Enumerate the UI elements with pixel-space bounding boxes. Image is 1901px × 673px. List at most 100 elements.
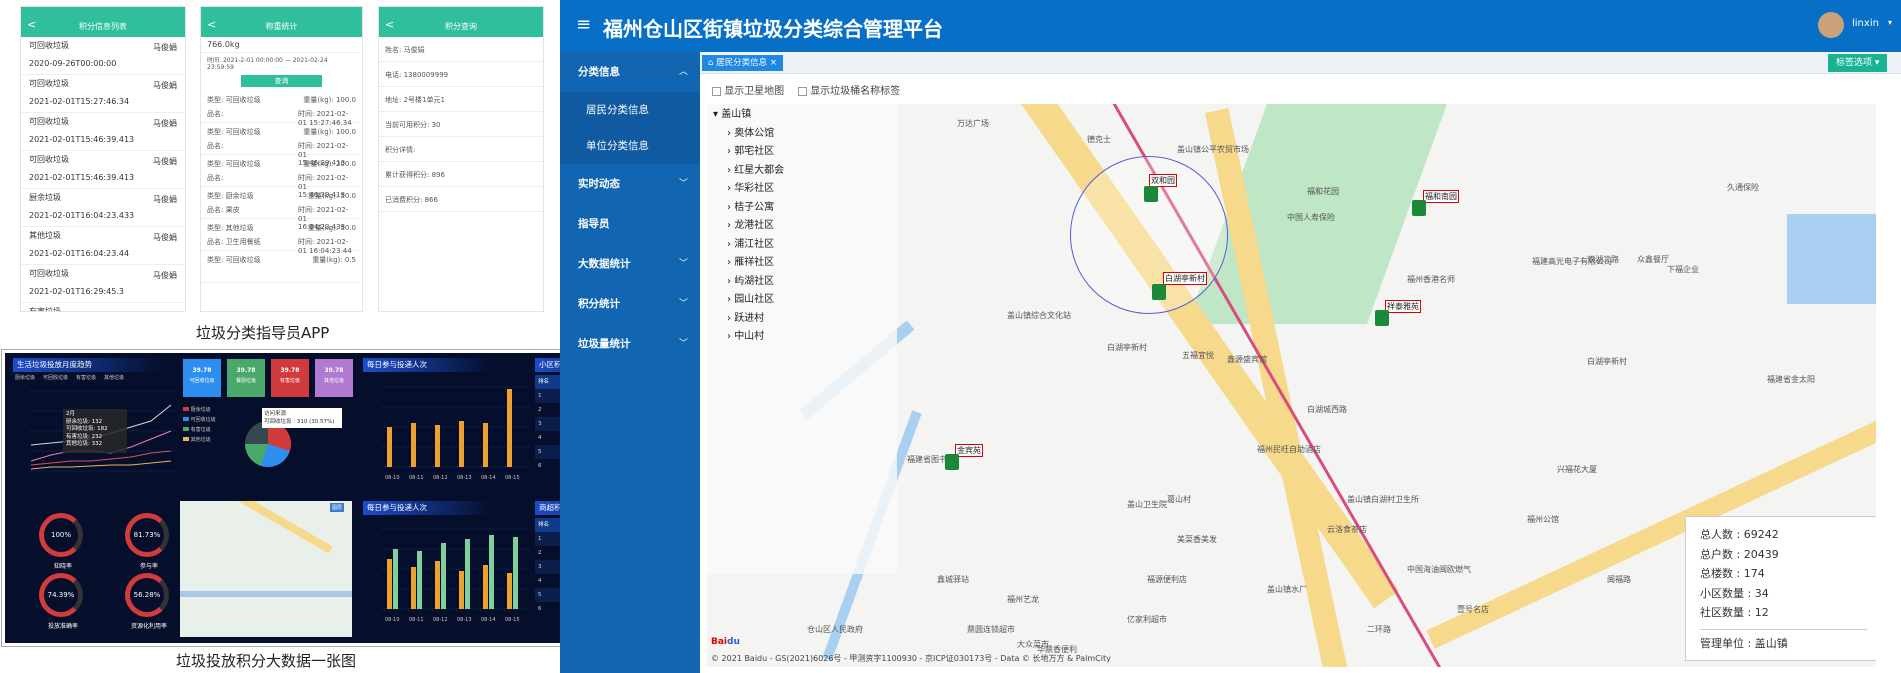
- tile-label: 有害垃圾: [279, 378, 300, 384]
- user-name: 马俊娟: [153, 43, 177, 52]
- map-place-label: 众鑫餐厅: [1637, 255, 1669, 264]
- tree-node[interactable]: › 跃进村: [713, 310, 897, 329]
- record-time: 2020-09-26T00:00:00: [29, 59, 117, 68]
- record-line-1: 类型: 可回收垃圾 重量(kg): 100.0: [207, 95, 356, 105]
- record-weight: 重量(kg): 50.0: [307, 224, 356, 232]
- sidebar-item-label: 实时动态: [578, 178, 620, 190]
- sidebar-item[interactable]: 指导员: [560, 204, 700, 244]
- bar: [489, 535, 494, 609]
- tooltip-line: 2月: [66, 411, 75, 417]
- list-item[interactable]: 其他垃圾 马俊娟 2021-02-01T16:04:23.44: [21, 227, 185, 265]
- query-button[interactable]: 查询: [241, 75, 322, 87]
- list-item[interactable]: 可回收垃圾 马俊娟 2020-09-26T00:00:00: [21, 37, 185, 75]
- sidebar-item-label: 垃圾量统计: [578, 338, 631, 350]
- tree-node[interactable]: › 龙港社区: [713, 217, 897, 236]
- trash-bin-icon[interactable]: [1144, 186, 1158, 202]
- map-place-label: 德克士: [1087, 135, 1111, 144]
- tile-value: 39.78: [236, 367, 256, 374]
- map-view[interactable]: 万达广场 德克士 盖山镇公平农贸市场 中国人寿保险 福和花园 福建高光电子有限公司 福州香港…: [707, 104, 1876, 667]
- back-icon[interactable]: <: [207, 18, 216, 31]
- tab-options-label: 标签选项: [1836, 58, 1873, 68]
- tree-node[interactable]: › 奥体公馆: [713, 125, 897, 144]
- gauge-label: 参与率: [139, 563, 158, 570]
- tree-node[interactable]: › 华彩社区: [713, 180, 897, 199]
- trash-bin-icon[interactable]: [1412, 200, 1426, 216]
- username[interactable]: linxin: [1852, 18, 1879, 29]
- bar: [387, 559, 392, 609]
- sidebar-item[interactable]: 垃圾量统计 ﹀: [560, 324, 700, 364]
- bin-label-toggle[interactable]: 显示垃圾桶名称标签: [798, 82, 900, 97]
- bin-label-checkbox[interactable]: [798, 86, 807, 96]
- phone2-titlebar: < 称重统计: [201, 7, 362, 37]
- weight-record[interactable]: 类型: 可回收垃圾 重量(kg): 100.0 品名: 时间: 2021-02-01 …: [201, 91, 362, 127]
- weight-record[interactable]: 类型: 厨余垃圾 重量(kg): 50.0 品名: 果皮 时间: 2021-02-01…: [201, 187, 362, 231]
- satellite-checkbox[interactable]: [712, 86, 721, 96]
- map-layer-button[interactable]: 图层: [330, 503, 345, 512]
- waste-type: 有害垃圾: [29, 307, 61, 312]
- map-place-label: 仓山区人民政府: [807, 625, 863, 634]
- map-place-label: 鑫源盛宾馆: [1227, 355, 1267, 364]
- sidebar-item[interactable]: 积分统计 ﹀: [560, 284, 700, 324]
- area-tree: ▾ 盖山镇 › 奥体公馆 › 郭宅社区 › 红星大都会 › 华彩社区 › 桔子公寓 › 龙…: [707, 104, 897, 574]
- weight-record[interactable]: 类型: 其他垃圾 重量(kg): 50.0 品名: 卫生用餐纸 时间: 2021-02…: [201, 219, 362, 255]
- tree-node[interactable]: › 桔子公寓: [713, 199, 897, 218]
- tree-node[interactable]: › 郭宅社区: [713, 143, 897, 162]
- list-item[interactable]: 可回收垃圾 马俊娟 2021-02-01T15:46:39.413: [21, 151, 185, 189]
- sidebar-item[interactable]: 实时动态 ﹀: [560, 164, 700, 204]
- gauge-label: 资源化利用率: [130, 623, 167, 630]
- stat-line: 社区数量 : 12: [1700, 606, 1769, 619]
- avatar[interactable]: [1818, 12, 1844, 38]
- map-place-label: 福源便利店: [1147, 575, 1187, 584]
- map-place-label: 亿家利超市: [1127, 615, 1167, 624]
- sidebar-subitem[interactable]: 居民分类信息: [560, 92, 700, 128]
- list-item[interactable]: 可回收垃圾 马俊娟 2021-02-01T15:27:46.34: [21, 75, 185, 113]
- map-place-label: 中国人寿保险: [1287, 213, 1335, 222]
- satellite-label: 显示卫星地图: [724, 86, 785, 97]
- sidebar-item[interactable]: 分类信息 ︿: [560, 52, 700, 92]
- close-icon[interactable]: ×: [770, 58, 777, 68]
- mini-map[interactable]: 图层: [180, 501, 352, 637]
- list-item[interactable]: 有害垃圾: [21, 303, 185, 312]
- marker-label: 福和南园: [1423, 190, 1459, 203]
- x-tick-label: 08-10: [385, 475, 400, 481]
- weight-record[interactable]: 类型: 可回收垃圾 重量(kg): 200.0 品名: 时间: 2021-02-01 …: [201, 155, 362, 199]
- list-item[interactable]: 可回收垃圾 马俊娟 2021-02-01T16:29:45.3: [21, 265, 185, 303]
- user-name: 马俊娟: [153, 195, 177, 204]
- back-icon[interactable]: <: [385, 18, 394, 31]
- tab-options-button[interactable]: 标签选项 ▾: [1828, 54, 1888, 72]
- sidebar-subitem[interactable]: 单位分类信息: [560, 128, 700, 164]
- user-dropdown-icon[interactable]: ▾: [1888, 18, 1892, 27]
- map-place-label: 福建省金太阳: [1767, 375, 1815, 384]
- record-type: 类型: 可回收垃圾: [207, 160, 261, 168]
- tree-node[interactable]: › 屿湖社区: [713, 273, 897, 292]
- trash-bin-icon[interactable]: [1375, 310, 1389, 326]
- list-item[interactable]: 可回收垃圾 马俊娟 2021-02-01T15:46:39.413: [21, 113, 185, 151]
- tree-node[interactable]: › 中山村: [713, 328, 897, 347]
- tree-root[interactable]: ▾ 盖山镇: [713, 106, 897, 125]
- trend-legend-item: 厨余垃圾: [15, 375, 36, 381]
- trend-legend: 厨余垃圾 可回收垃圾 有害垃圾 其他垃圾: [15, 374, 124, 381]
- sidebar-item[interactable]: 大数据统计 ﹀: [560, 244, 700, 284]
- time-from[interactable]: 2021-2-01 00:00:00: [223, 57, 283, 64]
- tree-node[interactable]: › 园山社区: [713, 291, 897, 310]
- tree-node[interactable]: › 雁祥社区: [713, 254, 897, 273]
- trash-bin-icon[interactable]: [1152, 284, 1166, 300]
- x-tick-label: 08-14: [481, 617, 496, 623]
- gauge-value: 81.73%: [133, 531, 161, 539]
- weight-record[interactable]: 类型: 可回收垃圾 重量(kg): 100.0 品名: 时间: 2021-02-01 …: [201, 123, 362, 167]
- marker-label: 白湖亭新村: [1163, 272, 1207, 285]
- back-icon[interactable]: <: [27, 18, 36, 31]
- menu-toggle-icon[interactable]: ≡: [576, 14, 591, 35]
- phone3-titlebar: < 积分查询: [379, 7, 543, 37]
- tree-node[interactable]: › 红星大都会: [713, 162, 897, 181]
- tab-resident-info[interactable]: ⌂ 居民分类信息 ×: [702, 55, 783, 71]
- trash-bin-icon[interactable]: [945, 454, 959, 470]
- list-item[interactable]: 厨余垃圾 马俊娟 2021-02-01T16:04:23.433: [21, 189, 185, 227]
- weight-record[interactable]: 类型: 可回收垃圾 重量(kg): 0.5: [201, 251, 362, 283]
- info-field: 已消费积分: 866: [379, 187, 543, 212]
- satellite-toggle[interactable]: 显示卫星地图: [712, 82, 784, 97]
- summary-tile: 39.78 可回收垃圾: [183, 359, 221, 397]
- bar: [393, 549, 398, 609]
- map-place-label: 福州民旺自助酒店: [1257, 445, 1321, 454]
- tree-node[interactable]: › 浦江社区: [713, 236, 897, 255]
